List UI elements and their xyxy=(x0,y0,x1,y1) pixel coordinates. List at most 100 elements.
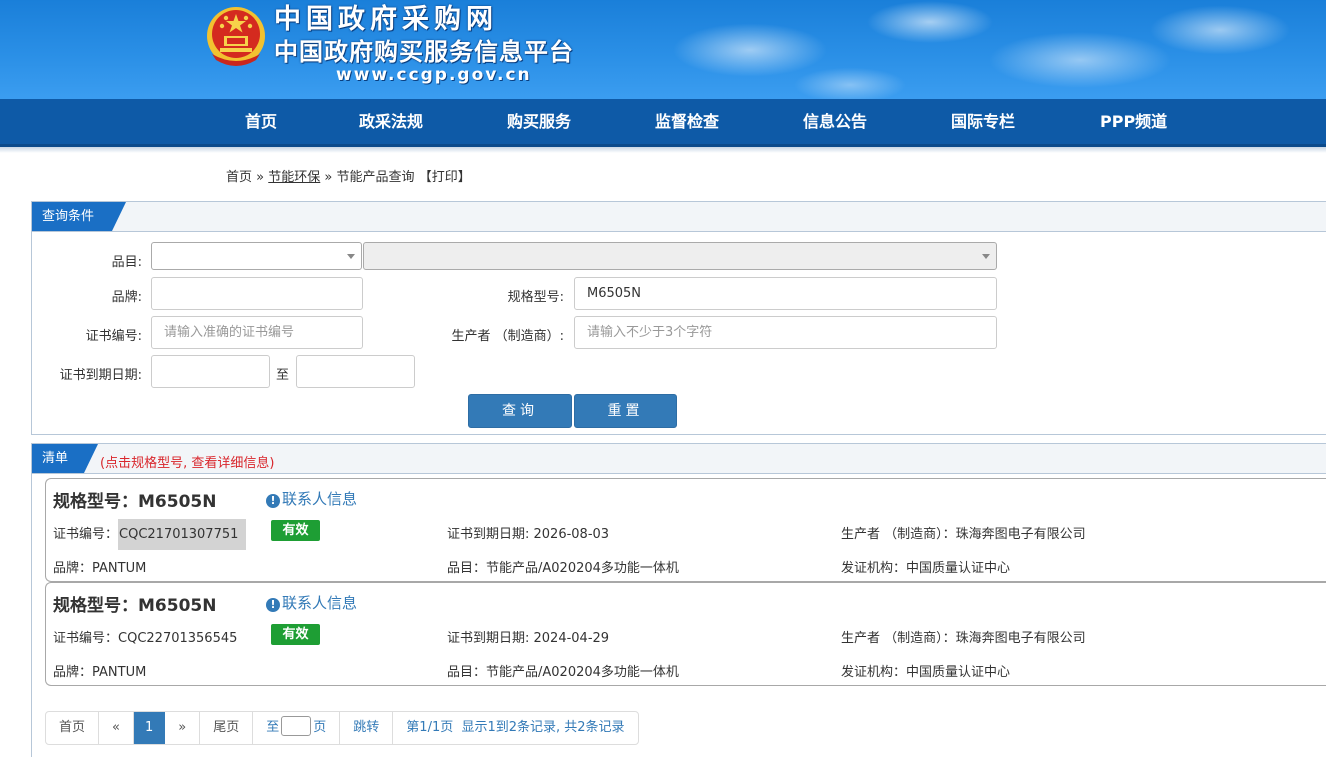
expiry-date-to-label: 至 xyxy=(276,368,290,383)
cert-no: 证书编号：CQC22701356545 xyxy=(53,627,237,646)
model-heading-label: 规格型号： xyxy=(53,492,138,512)
pager-prev-button[interactable]: « xyxy=(99,712,134,744)
category-label: 品目: xyxy=(111,255,142,270)
brand: 品牌：PANTUM xyxy=(53,557,146,576)
brand-label: 品牌： xyxy=(53,665,93,680)
result-card: 规格型号：M6505N ! 联系人信息 证书编号：CQC21701307751 有… xyxy=(45,478,1326,582)
query-panel-header: 查询条件 xyxy=(32,202,1326,232)
model-heading[interactable]: 规格型号：M6505N xyxy=(53,591,216,616)
issuer-value: 中国质量认证中心 xyxy=(906,665,1011,680)
nav-item-announcements[interactable]: 信息公告 xyxy=(803,99,867,145)
model-heading-value[interactable]: M6505N xyxy=(138,492,216,512)
cert-no: 证书编号：CQC21701307751 xyxy=(53,519,247,550)
print-link[interactable]: 【打印】 xyxy=(419,170,471,185)
expiry-date-from-input[interactable] xyxy=(151,355,270,388)
site-header: 中国政府采购网 中国政府购买服务信息平台 www.ccgp.gov.cn xyxy=(0,0,1326,99)
category-value: 节能产品/A020204多功能一体机 xyxy=(486,665,679,680)
pager-next-button[interactable]: » xyxy=(165,712,201,744)
expiry-date: 证书到期日期: 2024-04-29 xyxy=(447,627,609,646)
category-label: 品目： xyxy=(447,561,487,576)
issuer: 发证机构：中国质量认证中心 xyxy=(841,557,1010,576)
nav-item-regulations[interactable]: 政采法规 xyxy=(359,99,423,145)
pagination: 首页 « 1 » 尾页 至页 跳转 第1/1页 显示1到2条记录, 共2条记录 xyxy=(45,711,639,745)
info-icon: ! xyxy=(266,598,280,612)
manufacturer-value: 珠海奔图电子有限公司 xyxy=(955,527,1086,542)
expiry-date-label: 证书到期日期: xyxy=(59,368,142,383)
issuer-value: 中国质量认证中心 xyxy=(906,561,1011,576)
nav-item-supervision[interactable]: 监督检查 xyxy=(655,99,719,145)
manufacturer: 生产者 （制造商）：珠海奔图电子有限公司 xyxy=(841,627,1086,646)
pager-goto-prefix: 至 xyxy=(266,720,280,735)
main-nav: 首页 政采法规 购买服务 监督检查 信息公告 国际专栏 PPP频道 xyxy=(0,99,1326,147)
manufacturer: 生产者 （制造商）：珠海奔图电子有限公司 xyxy=(841,523,1086,542)
expiry-date-value: 2026-08-03 xyxy=(533,527,610,542)
brand-input[interactable] xyxy=(151,277,363,310)
manufacturer-label: 生产者 （制造商）： xyxy=(841,527,956,542)
expiry-date-value: 2024-04-29 xyxy=(533,631,610,646)
cert-no-label: 证书编号： xyxy=(53,631,119,646)
issuer-label: 发证机构： xyxy=(841,561,907,576)
breadcrumb-section-link[interactable]: 节能环保 xyxy=(268,170,320,185)
national-emblem-icon xyxy=(207,7,265,66)
nav-item-home[interactable]: 首页 xyxy=(245,99,277,145)
contact-info-link[interactable]: ! 联系人信息 xyxy=(266,488,357,509)
manufacturer-label: 生产者 （制造商）： xyxy=(841,631,956,646)
pager-last-button[interactable]: 尾页 xyxy=(200,712,254,744)
status-badge: 有效 xyxy=(271,520,320,541)
site-title: 中国政府采购网 xyxy=(274,4,498,35)
cert-no-input[interactable] xyxy=(151,316,363,349)
category-value: 节能产品/A020204多功能一体机 xyxy=(486,561,679,576)
expiry-date-label: 证书到期日期: xyxy=(447,631,534,646)
pager-first-button[interactable]: 首页 xyxy=(46,712,100,744)
category: 品目：节能产品/A020204多功能一体机 xyxy=(447,557,679,576)
pager-goto-suffix: 页 xyxy=(313,720,327,735)
brand-value: PANTUM xyxy=(92,561,147,576)
nav-shadow xyxy=(0,147,1326,153)
category-label: 品目： xyxy=(447,665,487,680)
header-cloud-background xyxy=(600,0,1326,99)
chevron-down-icon xyxy=(982,254,990,259)
manufacturer-value: 珠海奔图电子有限公司 xyxy=(955,631,1086,646)
query-panel-tab: 查询条件 xyxy=(32,202,126,231)
search-button[interactable]: 查询 xyxy=(468,394,572,428)
query-panel: 查询条件 品目: 品牌: 规格型号: 证书编号: 生产者 （制造商）: 证书到期… xyxy=(31,201,1326,435)
model-heading-value[interactable]: M6505N xyxy=(138,596,216,616)
brand-label: 品牌： xyxy=(53,561,93,576)
pager-page-1[interactable]: 1 xyxy=(133,712,166,744)
site-url: www.ccgp.gov.cn xyxy=(336,65,532,85)
cert-no-label: 证书编号： xyxy=(53,527,119,542)
breadcrumb-home[interactable]: 首页 xyxy=(226,170,252,185)
chevron-down-icon xyxy=(347,254,355,259)
status-badge: 有效 xyxy=(271,624,320,645)
category-select[interactable] xyxy=(151,242,362,270)
expiry-date-label: 证书到期日期: xyxy=(447,527,534,542)
maker-input[interactable] xyxy=(574,316,997,349)
subcategory-select[interactable] xyxy=(363,242,997,270)
brand-label: 品牌: xyxy=(111,290,142,305)
nav-item-international[interactable]: 国际专栏 xyxy=(951,99,1015,145)
contact-info-link[interactable]: ! 联系人信息 xyxy=(266,592,357,613)
nav-item-purchase-service[interactable]: 购买服务 xyxy=(507,99,571,145)
pager-goto-input[interactable] xyxy=(281,716,312,736)
category: 品目：节能产品/A020204多功能一体机 xyxy=(447,661,679,680)
result-list-tab: 清单 xyxy=(32,444,98,473)
contact-info-label: 联系人信息 xyxy=(282,490,358,508)
expiry-date: 证书到期日期: 2026-08-03 xyxy=(447,523,609,542)
cert-no-value: CQC21701307751 xyxy=(118,519,247,550)
nav-item-ppp[interactable]: PPP频道 xyxy=(1100,99,1167,145)
cert-no-value: CQC22701356545 xyxy=(118,631,238,646)
pager-goto: 至页 xyxy=(253,712,341,744)
model-heading-label: 规格型号： xyxy=(53,596,138,616)
reset-button[interactable]: 重置 xyxy=(574,394,677,428)
model-heading[interactable]: 规格型号：M6505N xyxy=(53,487,216,512)
breadcrumb-current: 节能产品查询 xyxy=(336,170,415,185)
result-card: 规格型号：M6505N ! 联系人信息 证书编号：CQC22701356545 有… xyxy=(45,582,1326,686)
pager-jump-button[interactable]: 跳转 xyxy=(340,712,394,744)
maker-label: 生产者 （制造商）: xyxy=(451,329,564,344)
result-list-hint: (点击规格型号, 查看详细信息) xyxy=(100,456,275,471)
issuer: 发证机构：中国质量认证中心 xyxy=(841,661,1010,680)
expiry-date-to-input[interactable] xyxy=(296,355,415,388)
pager-summary: 第1/1页 显示1到2条记录, 共2条记录 xyxy=(406,720,625,735)
model-input[interactable] xyxy=(574,277,997,310)
breadcrumb-separator: » xyxy=(256,170,265,185)
